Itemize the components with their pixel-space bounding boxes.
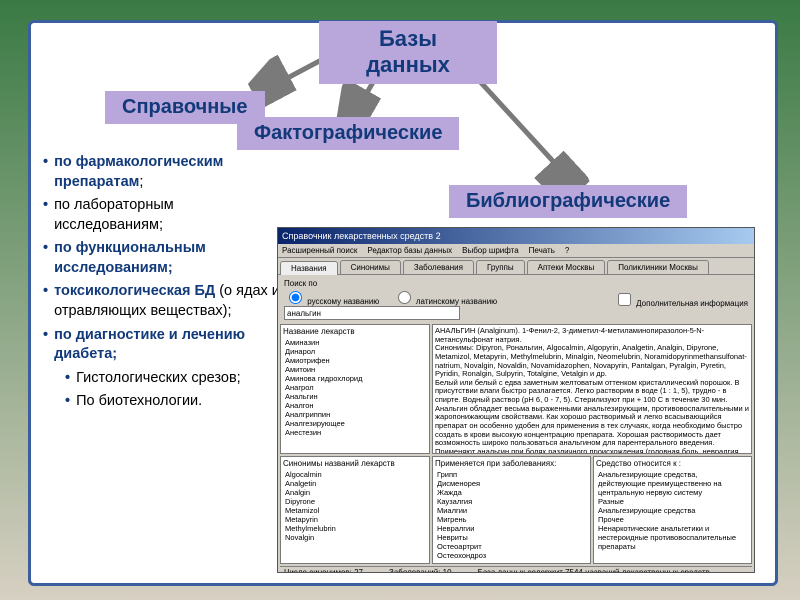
list-item[interactable]: Metapyrin	[283, 515, 427, 524]
list-item[interactable]: Анальгезирующие средства, действующие пр…	[596, 470, 749, 497]
drug-description[interactable]: АНАЛЬГИН (Analginum). 1-Фенил-2, 3-димет…	[432, 324, 752, 454]
list-item[interactable]: Dipyrone	[283, 497, 427, 506]
search-input[interactable]	[284, 306, 460, 320]
app-titlebar: Справочник лекарственных средств 2	[278, 228, 754, 244]
list-item[interactable]: Metamizol	[283, 506, 427, 515]
tab[interactable]: Названия	[280, 261, 338, 275]
menu-item[interactable]: Печать	[529, 246, 555, 255]
tab[interactable]: Аптеки Москвы	[527, 260, 606, 274]
slide-panel: Базы данных Справочные Фактографические …	[28, 20, 778, 586]
list-item[interactable]: Динарол	[283, 347, 427, 356]
menu-item[interactable]: Расширенный поиск	[282, 246, 357, 255]
list-item[interactable]: Аминазин	[283, 338, 427, 347]
app-statusbar: Число синонимов: 27 Заболеваний: 10 База…	[280, 566, 752, 573]
list-item[interactable]: Каузалгия	[435, 497, 588, 506]
list-item[interactable]: Миалгии	[435, 506, 588, 515]
branch-bibliographic: Библиографические	[449, 185, 687, 218]
app-menubar[interactable]: Расширенный поиск Редактор базы данных Выб…	[278, 244, 754, 258]
list-item[interactable]: Остеохондроз	[435, 551, 588, 560]
list-item[interactable]: Мигрень	[435, 515, 588, 524]
list-item[interactable]: Algocalmin	[283, 470, 427, 479]
list-item[interactable]: Амитоин	[283, 365, 427, 374]
list-item[interactable]: Дисменорея	[435, 479, 588, 488]
app-title: Справочник лекарственных средств 2	[282, 231, 441, 241]
list-item[interactable]: Жажда	[435, 488, 588, 497]
branch-factographic: Фактографические	[237, 117, 459, 150]
list-item[interactable]: Прочее	[596, 515, 749, 524]
list-item[interactable]: Ненаркотические анальгетики и нестероидн…	[596, 524, 749, 551]
list-item[interactable]: Невриты	[435, 533, 588, 542]
list-item[interactable]: Analgin	[283, 488, 427, 497]
uses-list[interactable]: Применяется при заболеваниях: ГриппДисме…	[432, 456, 591, 564]
menu-item[interactable]: Редактор базы данных	[367, 246, 452, 255]
reference-bullets: •по фармакологическим препаратам;•по лаб…	[43, 153, 283, 416]
list-item[interactable]: Невралгии	[435, 524, 588, 533]
root-node: Базы данных	[319, 21, 497, 84]
search-radio-russian[interactable]: русскому названию	[284, 297, 379, 306]
list-item[interactable]: Разные	[596, 497, 749, 506]
list-item[interactable]: Анестезин	[283, 428, 427, 437]
embedded-app-window: Справочник лекарственных средств 2 Расши…	[277, 227, 755, 573]
list-item[interactable]: Novalgin	[283, 533, 427, 542]
tab[interactable]: Поликлиники Москвы	[607, 260, 709, 274]
list-item[interactable]: Амиотрифен	[283, 356, 427, 365]
list-item[interactable]: Анальгин	[283, 392, 427, 401]
list-item[interactable]: Остеоартрит	[435, 542, 588, 551]
menu-item[interactable]: Выбор шрифта	[462, 246, 519, 255]
search-label: Поиск по	[284, 279, 317, 288]
app-tabs[interactable]: НазванияСинонимыЗаболеванияГруппыАптеки …	[278, 258, 754, 275]
extra-info-checkbox[interactable]: Дополнительная информация	[614, 299, 748, 308]
drug-name-list[interactable]: Название лекарств АминазинДинаролАмиотри…	[280, 324, 430, 454]
list-item[interactable]: Анагрол	[283, 383, 427, 392]
tab[interactable]: Синонимы	[340, 260, 401, 274]
menu-item[interactable]: ?	[565, 246, 569, 255]
app-search-panel: Поиск по русскому названию латинскому на…	[278, 275, 754, 324]
groups-list[interactable]: Средство относится к : Анальгезирующие с…	[593, 456, 752, 564]
tab[interactable]: Группы	[476, 260, 525, 274]
list-item[interactable]: Грипп	[435, 470, 588, 479]
list-item[interactable]: Аминова гидрохлорид	[283, 374, 427, 383]
synonym-list[interactable]: Синонимы названий лекарств AlgocalminAna…	[280, 456, 430, 564]
tab[interactable]: Заболевания	[403, 260, 474, 274]
list-item[interactable]: Analgetin	[283, 479, 427, 488]
search-radio-latin[interactable]: латинскому названию	[393, 297, 498, 306]
list-item[interactable]: Анальгезирующие средства	[596, 506, 749, 515]
list-item[interactable]: Аналгон	[283, 401, 427, 410]
list-item[interactable]: Аналгезирующее	[283, 419, 427, 428]
list-item[interactable]: Аналгриппин	[283, 410, 427, 419]
list-item[interactable]: Methylmelubrin	[283, 524, 427, 533]
